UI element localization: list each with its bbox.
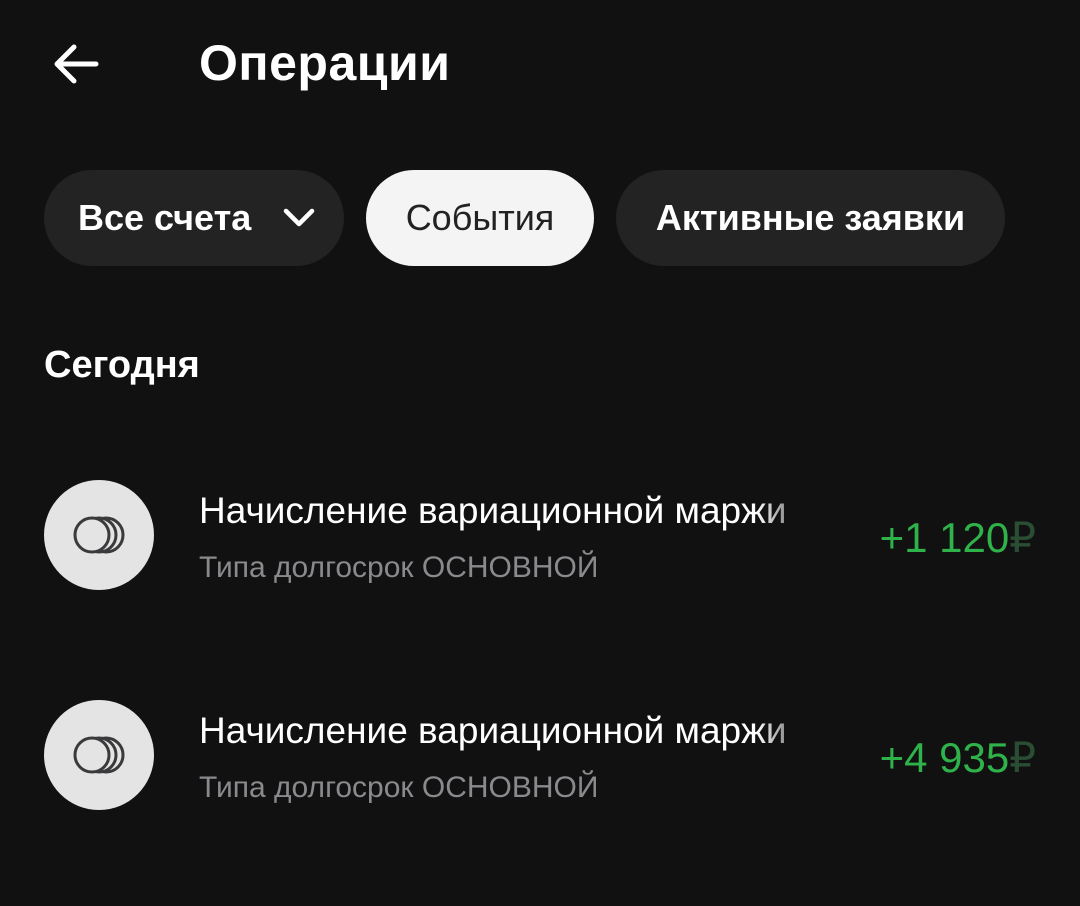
active-orders-filter-chip[interactable]: Активные заявки: [616, 170, 1005, 266]
currency-symbol: ₽: [1009, 734, 1036, 781]
accounts-filter-chip[interactable]: Все счета: [44, 170, 344, 266]
operation-amount: +1 120₽: [880, 512, 1036, 564]
operation-avatar: [44, 700, 154, 810]
active-orders-filter-label: Активные заявки: [655, 197, 966, 238]
events-filter-label: События: [405, 197, 555, 238]
events-filter-chip[interactable]: События: [366, 170, 594, 266]
accounts-filter-label: Все счета: [78, 197, 252, 238]
coins-icon: [73, 736, 125, 774]
operations-screen: Операции Все счета События Активные заяв…: [0, 0, 1080, 906]
page-title: Операции: [199, 35, 451, 91]
operation-row[interactable]: Начисление вариационной маржи Типа долго…: [0, 686, 1080, 826]
section-title-today: Сегодня: [44, 344, 200, 386]
back-button[interactable]: [40, 28, 112, 100]
operation-account: Типа долгосрок ОСНОВНОЙ: [199, 771, 599, 804]
operation-avatar: [44, 480, 154, 590]
operation-title: Начисление вариационной маржи: [199, 710, 787, 751]
coins-icon: [73, 516, 125, 554]
currency-symbol: ₽: [1009, 514, 1036, 561]
filter-chips: Все счета События Активные заявки: [44, 170, 1005, 266]
arrow-left-icon: [54, 44, 99, 84]
amount-value: +4 935: [879, 734, 1010, 781]
chevron-down-icon: [282, 206, 316, 230]
amount-value: +1 120: [879, 514, 1010, 561]
header: Операции: [0, 0, 1080, 130]
operation-account: Типа долгосрок ОСНОВНОЙ: [199, 551, 599, 584]
operation-amount: +4 935₽: [880, 732, 1036, 784]
operation-row[interactable]: Начисление вариационной маржи Типа долго…: [0, 466, 1080, 606]
operation-title: Начисление вариационной маржи: [199, 490, 787, 531]
